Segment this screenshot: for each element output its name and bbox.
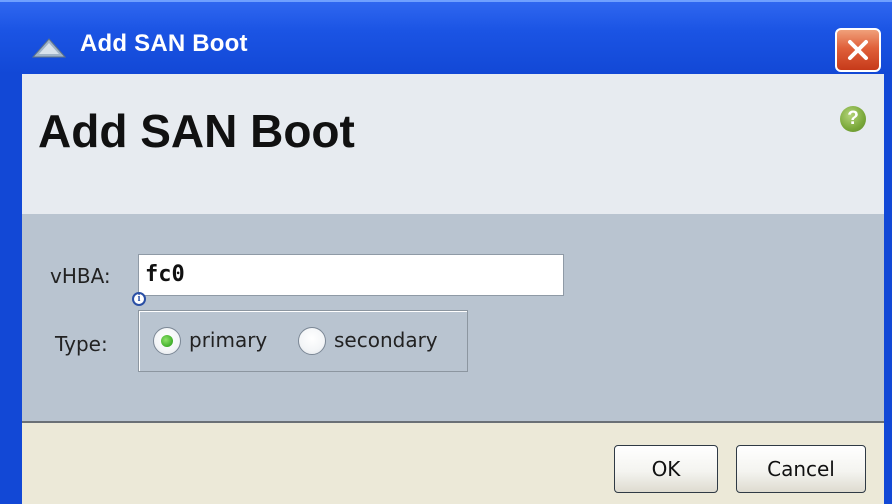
ok-button[interactable]: OK [614,445,718,493]
radio-primary[interactable] [153,327,181,355]
radio-primary-label[interactable]: primary [189,328,267,352]
help-icon[interactable]: ? [840,106,866,132]
dialog-header: Add SAN Boot ? [22,74,884,214]
radio-secondary[interactable] [298,327,326,355]
close-button[interactable] [835,28,881,72]
window-frame-left [0,74,22,504]
title-bar[interactable]: Add SAN Boot [0,0,892,74]
add-san-boot-dialog: Add SAN Boot Add SAN Boot ? vHBA: fc0 i … [0,0,892,504]
dialog-footer: OK Cancel [22,421,884,504]
window-title: Add SAN Boot [80,30,248,57]
vhba-label: vHBA: [50,264,111,288]
close-icon [848,40,868,60]
window-frame-right [884,74,892,504]
app-triangle-icon [31,38,67,62]
cancel-button[interactable]: Cancel [736,445,866,493]
form-panel: vHBA: fc0 i Type: primary secondary [22,214,884,421]
radio-selected-dot [161,335,173,347]
page-title: Add SAN Boot [38,105,355,157]
vhba-input[interactable]: fc0 [138,254,564,296]
info-icon[interactable]: i [132,292,146,306]
radio-secondary-label[interactable]: secondary [334,328,438,352]
type-radio-group: primary secondary [138,310,468,372]
type-label: Type: [55,332,108,356]
